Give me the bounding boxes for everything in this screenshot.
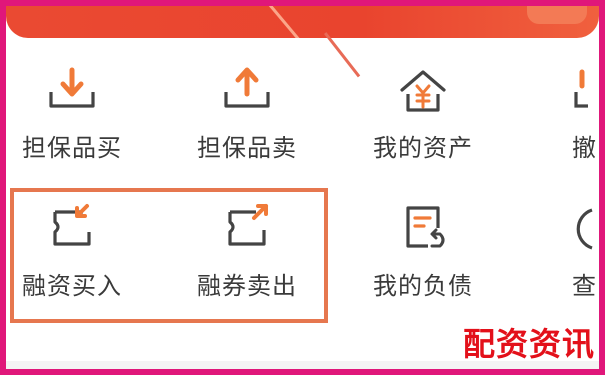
- banner-pill: [527, 6, 587, 24]
- menu-item-label: 我的资产: [373, 134, 473, 162]
- ticket-arrow-in-icon: [53, 204, 91, 246]
- menu-item-label: 我的负债: [373, 272, 473, 300]
- tray-download-icon: [49, 67, 95, 108]
- tray-upload-icon: [224, 67, 270, 108]
- menu-item-short-sell[interactable]: 融券卖出: [172, 200, 322, 301]
- menu-item-query-partial[interactable]: 查: [520, 200, 605, 301]
- top-banner: [6, 6, 599, 38]
- menu-item-collateral-sell[interactable]: 担保品卖: [172, 62, 322, 163]
- document-return-icon: [406, 206, 445, 248]
- house-yen-icon: [400, 70, 446, 112]
- menu-item-label: 撤: [572, 134, 597, 162]
- menu-item-collateral-buy[interactable]: 担保品买: [0, 62, 147, 163]
- menu-item-label: 融券卖出: [197, 272, 297, 300]
- partial-icon: [574, 69, 588, 108]
- menu-item-label: 担保品买: [22, 134, 122, 162]
- watermark-text: 配资资讯: [462, 325, 595, 363]
- banner-streak: [267, 6, 308, 38]
- menu-item-my-assets[interactable]: 我的资产: [348, 62, 498, 163]
- menu-item-label: 担保品卖: [197, 134, 297, 162]
- menu-item-cancel-partial[interactable]: 撤: [520, 62, 605, 163]
- ticket-arrow-out-icon: [228, 204, 268, 246]
- partial-circle-icon: [576, 208, 593, 250]
- menu-item-label: 融资买入: [22, 272, 122, 300]
- menu-item-label: 查: [572, 272, 597, 300]
- menu-item-my-liabilities[interactable]: 我的负债: [348, 200, 498, 301]
- menu-item-margin-buy[interactable]: 融资买入: [0, 200, 147, 301]
